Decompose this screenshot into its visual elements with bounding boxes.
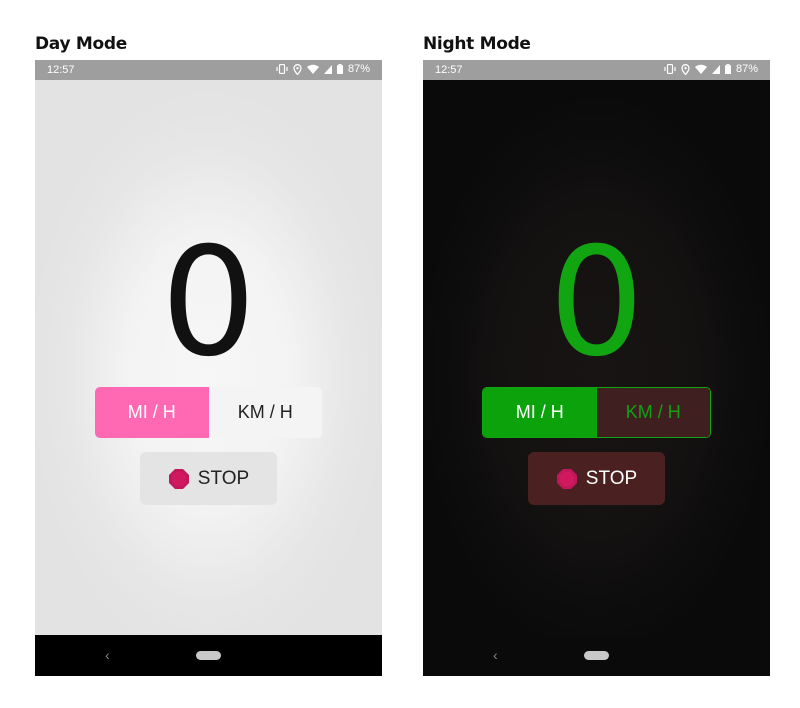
status-icons: 87% [276,63,370,75]
stop-button-label: STOP [585,467,638,489]
status-time: 12:57 [435,64,463,76]
wifi-icon [694,64,707,74]
home-pill-icon[interactable] [584,651,609,660]
nav-bar: ‹ [35,635,382,676]
unit-toggle: MI / H KM / H [95,387,322,438]
nav-bar: ‹ [423,635,770,676]
day-mode-phone: 12:57 87% 0 MI / H KM / H STOP ‹ [35,60,382,676]
back-icon[interactable]: ‹ [105,647,110,663]
signal-icon [711,64,720,74]
status-bar: 12:57 87% [423,60,770,80]
location-icon [293,63,302,75]
stop-octagon-icon [168,468,190,490]
location-icon [681,63,690,75]
vibrate-icon [276,64,288,74]
battery-percent: 87% [735,63,758,75]
status-icons: 87% [664,63,758,75]
kmh-button[interactable]: KM / H [208,387,322,438]
battery-icon [336,64,343,74]
home-pill-icon[interactable] [196,651,221,660]
battery-percent: 87% [347,63,370,75]
mph-button[interactable]: MI / H [483,388,597,437]
day-mode-caption: Day Mode [35,34,127,54]
vibrate-icon [664,64,676,74]
speed-readout: 0 [548,216,645,390]
signal-icon [323,64,332,74]
stop-button[interactable]: STOP [140,452,277,505]
speed-readout: 0 [160,216,257,390]
wifi-icon [306,64,319,74]
night-mode-phone: 12:57 87% 0 MI / H KM / H STOP ‹ [423,60,770,676]
stop-button-label: STOP [197,467,250,489]
status-time: 12:57 [47,64,75,76]
stop-button[interactable]: STOP [528,452,665,505]
kmh-button[interactable]: KM / H [596,388,710,437]
back-icon[interactable]: ‹ [493,647,498,663]
stop-octagon-icon [556,468,578,490]
night-mode-caption: Night Mode [423,34,531,54]
mph-button[interactable]: MI / H [95,387,209,438]
speedometer-screen: 0 MI / H KM / H STOP [423,80,770,635]
speedometer-screen: 0 MI / H KM / H STOP [35,80,382,635]
battery-icon [724,64,731,74]
unit-toggle: MI / H KM / H [482,387,711,438]
status-bar: 12:57 87% [35,60,382,80]
